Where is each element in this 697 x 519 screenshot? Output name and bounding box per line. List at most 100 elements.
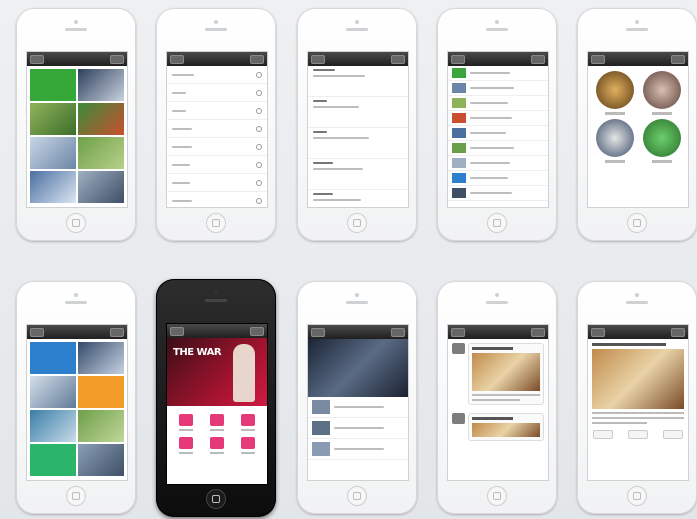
- grid-icon-item[interactable]: [236, 414, 261, 431]
- news-item[interactable]: [308, 439, 408, 460]
- list-item[interactable]: [167, 156, 267, 174]
- back-button[interactable]: [170, 54, 184, 64]
- phone-camera: [74, 20, 78, 24]
- banner-figure: [233, 344, 255, 402]
- menu-button[interactable]: [531, 327, 545, 337]
- list-item[interactable]: [167, 174, 267, 192]
- menu-button[interactable]: [391, 327, 405, 337]
- cart-icon: [178, 437, 193, 449]
- home-button[interactable]: [487, 486, 507, 506]
- list-item[interactable]: [167, 66, 267, 84]
- feature-image[interactable]: [308, 339, 408, 397]
- back-button[interactable]: [170, 326, 184, 336]
- menu-button[interactable]: [110, 54, 124, 64]
- grid-tile[interactable]: [30, 103, 76, 135]
- home-button[interactable]: [206, 213, 226, 233]
- list-item[interactable]: [167, 84, 267, 102]
- grid-tile[interactable]: [30, 171, 76, 203]
- grid-tile[interactable]: [78, 410, 124, 442]
- list-item[interactable]: [167, 138, 267, 156]
- home-button[interactable]: [627, 486, 647, 506]
- message-bubble[interactable]: [468, 413, 544, 441]
- back-button[interactable]: [591, 327, 605, 337]
- phone-mockup-8: [297, 281, 417, 514]
- grid-icon-item[interactable]: [204, 414, 229, 431]
- news-item[interactable]: [308, 418, 408, 439]
- back-button[interactable]: [30, 327, 44, 337]
- menu-button[interactable]: [391, 54, 405, 64]
- grid-tile[interactable]: [78, 171, 124, 203]
- promo-banner[interactable]: THE WAR: [167, 338, 267, 406]
- list-item[interactable]: [448, 81, 548, 96]
- list-item[interactable]: [448, 171, 548, 186]
- list-item[interactable]: [167, 120, 267, 138]
- next-page-button[interactable]: [663, 430, 683, 439]
- grid-tile[interactable]: [78, 69, 124, 101]
- grid-tile[interactable]: [78, 103, 124, 135]
- grid-tile[interactable]: [78, 342, 124, 374]
- list-item[interactable]: [448, 96, 548, 111]
- grid-tile[interactable]: [78, 444, 124, 476]
- menu-button[interactable]: [531, 54, 545, 64]
- phone-mockup-9: [437, 281, 557, 514]
- grid-tile[interactable]: [30, 69, 76, 101]
- home-button[interactable]: [206, 489, 226, 509]
- back-button[interactable]: [311, 54, 325, 64]
- back-button[interactable]: [451, 54, 465, 64]
- back-button[interactable]: [30, 54, 44, 64]
- list-item[interactable]: [308, 66, 408, 97]
- grid-icon-item[interactable]: [173, 437, 198, 454]
- grid-tile[interactable]: [30, 342, 76, 374]
- grid-icon-item[interactable]: [204, 437, 229, 454]
- grid-tile[interactable]: [30, 444, 76, 476]
- list-item[interactable]: [448, 66, 548, 81]
- menu-button[interactable]: [110, 327, 124, 337]
- grid-tile[interactable]: [78, 137, 124, 169]
- list-item[interactable]: [308, 97, 408, 128]
- grid-item[interactable]: [593, 119, 636, 163]
- phone-screen: THE WAR: [166, 323, 268, 485]
- grid-tile[interactable]: [30, 137, 76, 169]
- grid-tile[interactable]: [30, 410, 76, 442]
- news-item[interactable]: [308, 397, 408, 418]
- list-item[interactable]: [448, 141, 548, 156]
- menu-button[interactable]: [250, 54, 264, 64]
- list-item[interactable]: [448, 156, 548, 171]
- menu-button[interactable]: [250, 326, 264, 336]
- list-item[interactable]: [167, 102, 267, 120]
- home-button[interactable]: [66, 486, 86, 506]
- grid-item[interactable]: [640, 71, 683, 115]
- message-bubble[interactable]: [468, 343, 544, 405]
- list-item[interactable]: [308, 190, 408, 207]
- menu-button[interactable]: [671, 327, 685, 337]
- list-item[interactable]: [448, 186, 548, 201]
- grid-icon-item[interactable]: [236, 437, 261, 454]
- home-button[interactable]: [347, 213, 367, 233]
- back-button[interactable]: [311, 327, 325, 337]
- share-button[interactable]: [628, 430, 648, 439]
- list-item[interactable]: [448, 126, 548, 141]
- phone-camera: [214, 20, 218, 24]
- grid-icon-item[interactable]: [173, 414, 198, 431]
- grid-item[interactable]: [593, 71, 636, 115]
- home-button[interactable]: [347, 486, 367, 506]
- list-item[interactable]: [448, 111, 548, 126]
- grid-tile[interactable]: [78, 376, 124, 408]
- phone-screen: [447, 324, 549, 481]
- list-item[interactable]: [308, 159, 408, 190]
- back-button[interactable]: [451, 327, 465, 337]
- list-item[interactable]: [167, 192, 267, 207]
- home-button[interactable]: [627, 213, 647, 233]
- menu-button[interactable]: [671, 54, 685, 64]
- home-button[interactable]: [487, 213, 507, 233]
- home-button[interactable]: [66, 213, 86, 233]
- back-button[interactable]: [591, 54, 605, 64]
- mockup-collage: THE WAR: [0, 0, 697, 519]
- phone-mockup-2: [156, 8, 276, 241]
- grid-item[interactable]: [640, 119, 683, 163]
- prev-page-button[interactable]: [593, 430, 613, 439]
- list-item[interactable]: [308, 128, 408, 159]
- grid-tile[interactable]: [30, 376, 76, 408]
- phone-screen: [587, 51, 689, 208]
- phone-camera: [635, 293, 639, 297]
